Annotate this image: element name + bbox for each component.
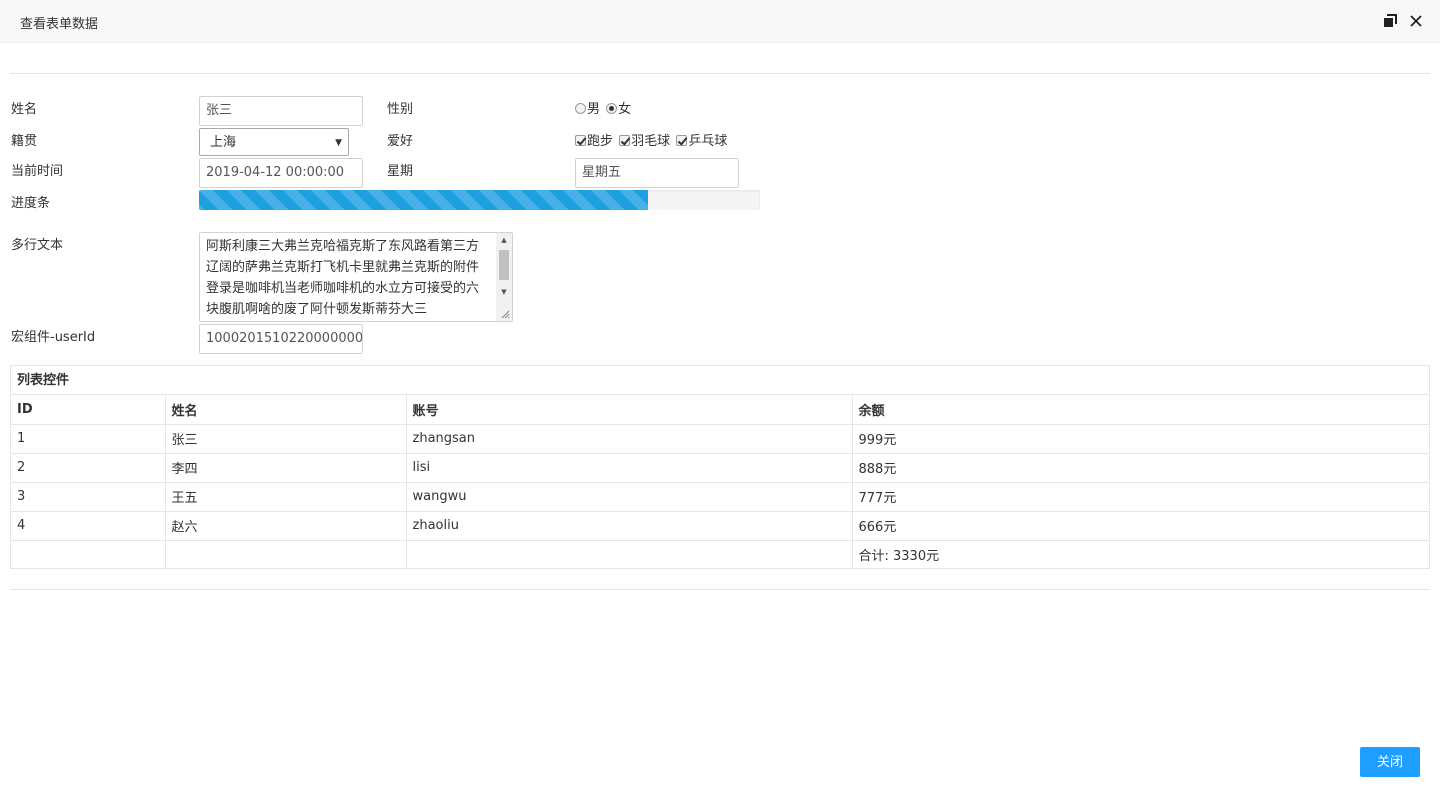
table-total-row: 合计: 3330元 <box>11 540 1429 569</box>
close-button[interactable]: 关闭 <box>1360 747 1420 777</box>
native-place-select[interactable]: 上海 ▼ <box>199 128 349 156</box>
hobbies-label: 爱好 <box>387 134 414 149</box>
userid-label: 宏组件-userId <box>11 330 96 345</box>
hobby-running-label: 跑步 <box>587 134 614 149</box>
cell-balance: 999元 <box>852 424 1429 454</box>
list-control-panel: 列表控件 ID 姓名 账号 余额 1 张三 zhangsan 999元 2 李四… <box>10 365 1430 569</box>
list-title: 列表控件 <box>11 366 1429 395</box>
cell-balance: 777元 <box>852 482 1429 512</box>
cell-empty <box>165 540 407 569</box>
gender-male-radio[interactable] <box>575 103 586 114</box>
table-row: 2 李四 lisi 888元 <box>11 453 1429 483</box>
scroll-down-icon[interactable]: ▼ <box>496 285 512 299</box>
cell-id: 1 <box>11 424 166 454</box>
maximize-icon[interactable] <box>1381 12 1399 30</box>
cell-empty <box>406 540 853 569</box>
native-place-label: 籍贯 <box>11 134 38 149</box>
gender-radio-group: 男 女 <box>575 98 633 117</box>
cell-balance: 666元 <box>852 511 1429 541</box>
close-icon[interactable] <box>1407 12 1425 30</box>
column-header-balance: 余额 <box>852 395 1429 425</box>
progress-fill <box>199 190 648 210</box>
cell-account: wangwu <box>406 482 853 512</box>
column-header-id: ID <box>11 395 166 425</box>
weekday-input[interactable]: 星期五 <box>575 158 739 188</box>
textarea-scrollbar[interactable]: ▲ ▼ <box>496 233 512 321</box>
column-header-name: 姓名 <box>165 395 407 425</box>
cell-name: 李四 <box>165 453 407 483</box>
hobby-badminton-label: 羽毛球 <box>631 134 671 149</box>
weekday-label: 星期 <box>387 164 414 179</box>
total-cell: 合计: 3330元 <box>858 549 940 565</box>
list-table: ID 姓名 账号 余额 1 张三 zhangsan 999元 2 李四 lisi… <box>11 395 1429 569</box>
dropdown-arrow-icon: ▼ <box>335 138 342 148</box>
gender-male-label: 男 <box>587 102 601 117</box>
table-row: 3 王五 wangwu 777元 <box>11 482 1429 512</box>
dialog-title: 查看表单数据 <box>20 17 99 32</box>
scrollbar-thumb[interactable] <box>499 250 509 280</box>
multiline-text: 阿斯利康三大弗兰克哈福克斯了东风路看第三方辽阔的萨弗兰克斯打飞机卡里就弗兰克斯的… <box>206 239 480 317</box>
hobby-pingpong-label: 乒乓球 <box>688 134 728 149</box>
table-row: 1 张三 zhangsan 999元 <box>11 424 1429 454</box>
gender-female-radio[interactable] <box>606 103 618 114</box>
cell-name: 张三 <box>165 424 407 454</box>
userid-input[interactable]: 1000201510220000000 <box>199 324 363 354</box>
progress-bar <box>199 190 760 210</box>
hobby-running-checkbox[interactable] <box>575 135 586 146</box>
bottom-divider <box>10 589 1430 590</box>
cell-name: 赵六 <box>165 511 407 541</box>
table-row: 4 赵六 zhaoliu 666元 <box>11 511 1429 541</box>
multiline-textarea[interactable]: 阿斯利康三大弗兰克哈福克斯了东风路看第三方辽阔的萨弗兰克斯打飞机卡里就弗兰克斯的… <box>199 232 513 322</box>
resize-grip-icon[interactable] <box>501 310 510 319</box>
native-place-value: 上海 <box>210 135 237 150</box>
cell-account: lisi <box>406 453 853 483</box>
cell-id: 2 <box>11 453 166 483</box>
cell-name: 王五 <box>165 482 407 512</box>
current-time-label: 当前时间 <box>11 164 64 179</box>
current-time-input[interactable]: 2019-04-12 00:00:00 <box>199 158 363 188</box>
cell-empty <box>11 540 166 569</box>
cell-account: zhangsan <box>406 424 853 454</box>
progress-label: 进度条 <box>11 196 51 211</box>
top-divider <box>10 73 1430 74</box>
scroll-up-icon[interactable]: ▲ <box>496 233 512 247</box>
cell-id: 3 <box>11 482 166 512</box>
cell-balance: 888元 <box>852 453 1429 483</box>
name-input[interactable]: 张三 <box>199 96 363 126</box>
column-header-account: 账号 <box>406 395 853 425</box>
hobby-pingpong-checkbox[interactable] <box>676 135 688 146</box>
hobby-badminton-checkbox[interactable] <box>619 135 631 146</box>
hobbies-checkbox-group: 跑步 羽毛球 乒乓球 <box>575 130 729 149</box>
gender-female-label: 女 <box>618 102 632 117</box>
gender-label: 性别 <box>387 102 414 117</box>
table-header-row: ID 姓名 账号 余额 <box>11 395 1429 425</box>
dialog-titlebar: 查看表单数据 <box>0 0 1440 43</box>
cell-account: zhaoliu <box>406 511 853 541</box>
multiline-label: 多行文本 <box>11 238 64 253</box>
cell-id: 4 <box>11 511 166 541</box>
name-label: 姓名 <box>11 102 38 117</box>
